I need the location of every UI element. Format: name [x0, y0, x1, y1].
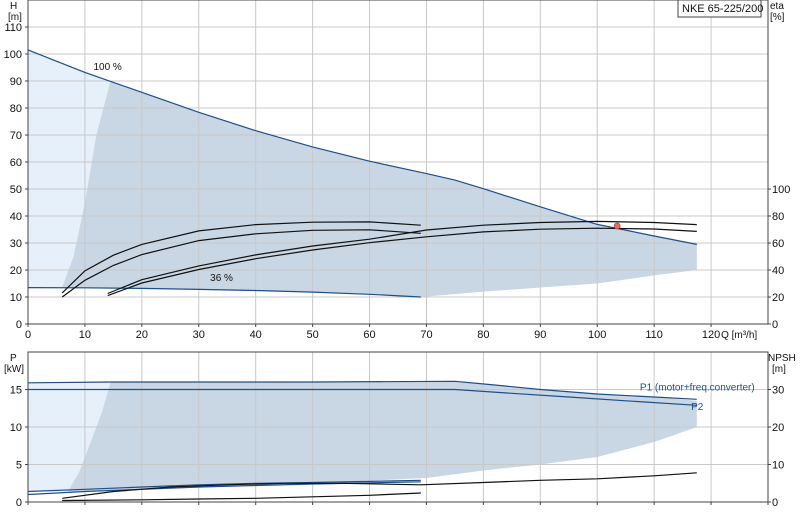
bottom-left-axis-unit: [kW]	[4, 364, 24, 375]
top-left-axis-unit: [m]	[8, 12, 22, 23]
top-right-axis-name: eta	[770, 1, 784, 12]
top-ytick-left-label: 50	[10, 184, 22, 196]
xtick-label: 90	[534, 329, 546, 341]
pump-performance-chart: 100 % 36 % 0 10 20 30 40 50 60 70 80 90 100 110 0 20 40 6…	[0, 0, 800, 520]
top-ytick-right-label: 40	[772, 265, 784, 277]
xtick-label: 20	[136, 329, 148, 341]
xtick-label: 40	[250, 329, 262, 341]
top-ytick-left-label: 70	[10, 130, 22, 142]
bottom-panel: P1 (motor+freq.converter) P2 0 5 10 15 0 10 20 30…	[4, 351, 796, 509]
xtick-label: 80	[477, 329, 489, 341]
bottom-ytick-left-label: 15	[10, 385, 22, 397]
top-panel: 100 %36 %0102030405060708090100110020406…	[4, 0, 790, 341]
top-ytick-left-label: 80	[10, 103, 22, 115]
bottom-ytick-left-label: 5	[16, 460, 22, 472]
top-ytick-left-label: 110	[4, 22, 22, 34]
bottom-curve-label: P2	[691, 402, 704, 413]
top-left-axis-name: H	[10, 1, 17, 12]
xtick-label: 100	[588, 329, 606, 341]
top-ytick-left-label: 0	[16, 319, 22, 331]
xtick-label: 120	[702, 329, 720, 341]
bottom-ytick-left-label: 0	[16, 497, 22, 509]
top-ytick-left-label: 40	[10, 211, 22, 223]
bottom-curve-label: P1 (motor+freq.converter)	[640, 382, 755, 393]
top-ytick-left-label: 60	[10, 157, 22, 169]
top-ytick-left-label: 90	[10, 76, 22, 88]
top-ytick-right-label: 100	[772, 184, 790, 196]
xtick-label: 60	[363, 329, 375, 341]
bottom-ytick-right-label: 20	[772, 422, 784, 434]
chart-svg: 100 %36 %0102030405060708090100110020406…	[4, 0, 796, 509]
top-ytick-left-label: 20	[10, 265, 22, 277]
xtick-label: 0	[25, 329, 31, 341]
top-ytick-left-label: 10	[10, 292, 22, 304]
top-ytick-right-label: 60	[772, 238, 784, 250]
bottom-right-axis-name: NPSH	[768, 353, 796, 364]
model-label-box: NKE 65-225/200	[677, 0, 763, 18]
bottom-ytick-right-label: 0	[772, 497, 778, 509]
top-ytick-right-label: 80	[772, 211, 784, 223]
top-right-axis-unit: [%]	[770, 12, 785, 23]
duty-point	[613, 222, 621, 230]
xtick-label: 70	[420, 329, 432, 341]
top-curve-label: 100 %	[93, 62, 121, 73]
model-label: NKE 65-225/200	[682, 3, 763, 15]
xtick-label: 30	[193, 329, 205, 341]
x-axis-label: Q [m³/h]	[721, 330, 757, 341]
top-ytick-left-label: 30	[10, 238, 22, 250]
top-ytick-left-label: 100	[4, 49, 22, 61]
top-curve-label: 36 %	[210, 273, 233, 284]
xtick-label: 50	[306, 329, 318, 341]
bottom-left-axis-name: P	[10, 353, 17, 364]
bottom-ytick-left-label: 10	[10, 422, 22, 434]
xtick-label: 10	[79, 329, 91, 341]
xtick-label: 110	[645, 329, 663, 341]
bottom-ytick-right-label: 30	[772, 385, 784, 397]
top-ytick-right-label: 20	[772, 292, 784, 304]
bottom-right-axis-unit: [m]	[772, 364, 786, 375]
bottom-ytick-right-label: 10	[772, 460, 784, 472]
top-ytick-right-label: 0	[772, 319, 778, 331]
